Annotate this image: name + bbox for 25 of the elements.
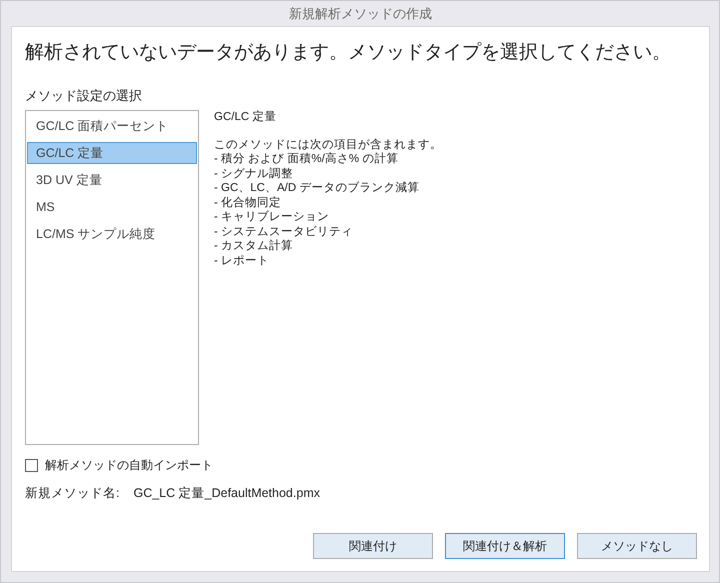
feature-item: - GC、LC、A/D データのブランク減算 <box>214 181 420 196</box>
dialog-button[interactable]: 関連付け <box>313 533 433 559</box>
description-title: GC/LC 定量 <box>214 110 278 124</box>
method-list-item[interactable]: GC/LC 定量 <box>27 142 197 164</box>
window-title: 新規解析メソッドの作成 <box>289 4 432 22</box>
feature-item: - キャリブレーション <box>214 210 330 224</box>
dialog-button[interactable]: メソッドなし <box>577 533 697 559</box>
description-text: このメソッドには次の項目が含まれます。 <box>214 138 442 152</box>
method-list-item[interactable]: LC/MS サンプル純度 <box>27 223 197 245</box>
feature-item: - シグナル調整 <box>214 166 294 181</box>
feature-item: - システムスータビリティ <box>214 224 354 239</box>
dialog-button[interactable]: 関連付け＆解析 <box>445 533 565 559</box>
checkbox-label: 解析メソッドの自動インポート <box>45 457 213 474</box>
method-name-label: 新規メソッド名: <box>25 485 120 502</box>
section-label: メソッド設定の選択 <box>25 87 143 105</box>
checkbox[interactable] <box>25 459 38 472</box>
feature-item: - レポート <box>214 254 270 268</box>
method-list-item[interactable]: GC/LC 面積パーセント <box>27 115 197 137</box>
heading: 解析されていないデータがあります。メソッドタイプを選択してください。 <box>25 41 672 65</box>
method-list-item[interactable]: 3D UV 定量 <box>27 169 197 191</box>
feature-item: - カスタム計算 <box>214 239 294 254</box>
method-name-value: GC_LC 定量_DefaultMethod.pmx <box>133 485 320 502</box>
feature-item: - 化合物同定 <box>214 196 282 210</box>
method-list-item[interactable]: MS <box>27 196 197 218</box>
feature-item: - 積分 および 面積%/高さ% の計算 <box>214 152 400 166</box>
